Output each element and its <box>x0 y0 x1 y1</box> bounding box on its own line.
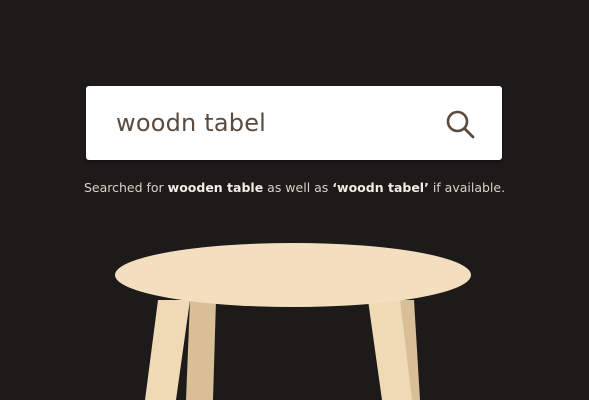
table-illustration <box>115 243 471 400</box>
search-correction-message: Searched for wooden table as well as ‘wo… <box>0 180 589 195</box>
search-button[interactable] <box>442 106 478 142</box>
corrected-term: wooden table <box>167 180 264 195</box>
table-leg-front-left <box>145 300 190 400</box>
search-input[interactable] <box>116 104 436 142</box>
table-leg-back-right <box>392 300 420 400</box>
page-stage: Searched for wooden table as well as ‘wo… <box>0 0 589 400</box>
helper-middle: as well as <box>263 180 333 195</box>
original-term: ‘woodn tabel’ <box>332 180 429 195</box>
search-icon <box>446 110 475 139</box>
helper-prefix: Searched for <box>83 180 168 195</box>
table-top <box>115 243 471 307</box>
table-leg-front-right <box>368 300 412 400</box>
helper-suffix: if available. <box>428 180 506 195</box>
search-box <box>86 86 502 160</box>
table-leg-back-left <box>186 300 216 400</box>
